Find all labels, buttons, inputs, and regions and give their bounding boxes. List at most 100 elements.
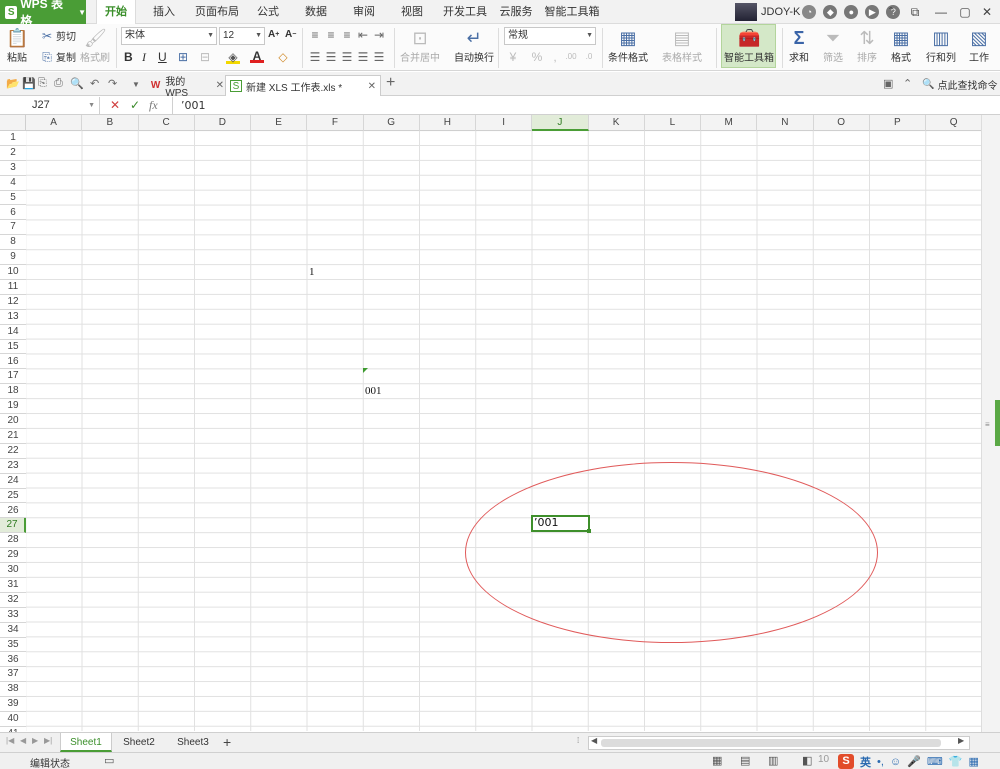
row-header-7[interactable]: 7 [0, 220, 26, 236]
row-header-31[interactable]: 31 [0, 578, 26, 593]
scroll-thumb[interactable] [995, 400, 1000, 446]
format-painter-button[interactable]: 🖌 格式刷 [80, 27, 110, 64]
minimize-ribbon-icon[interactable]: ˆ [880, 3, 902, 21]
avatar[interactable] [735, 3, 757, 21]
close-icon[interactable]: ✕ [976, 3, 998, 21]
name-box[interactable]: J27 ▼ [0, 97, 100, 114]
column-header-e[interactable]: E [251, 115, 308, 131]
row-header-27[interactable]: 27 [0, 518, 26, 534]
scroll-divider-icon[interactable]: ⁞ [577, 736, 579, 745]
number-format-select[interactable]: 常规 ▼ [504, 27, 596, 45]
prev-sheet-icon[interactable]: ◀ [20, 736, 26, 745]
row-header-10[interactable]: 10 [0, 265, 26, 280]
decrease-decimal-button[interactable]: .0 [582, 50, 598, 64]
save-icon[interactable]: 💾 [22, 77, 36, 90]
worksheet-button[interactable]: ▧ 工作 [968, 27, 990, 64]
sheet-tab-sheet3[interactable]: Sheet3 [168, 733, 218, 752]
clock-icon[interactable]: ◔ [802, 5, 817, 19]
cell-g17[interactable]: 001 [365, 385, 382, 397]
paste-button[interactable]: 📋 粘贴 [6, 27, 28, 64]
copy-button[interactable]: ⎘ 复制 [40, 49, 76, 65]
align-bottom-button[interactable]: ≡ [340, 28, 356, 42]
align-top-button[interactable]: ≡ [308, 28, 324, 42]
scroll-left-icon[interactable]: ◀ [591, 736, 597, 745]
wrap-text-button[interactable]: ↵ 自动换行 [454, 27, 494, 64]
cancel-icon[interactable]: ✕ [110, 98, 120, 113]
select-all-corner[interactable] [0, 115, 26, 131]
first-sheet-icon[interactable]: |◀ [6, 736, 14, 745]
row-header-28[interactable]: 28 [0, 533, 26, 549]
row-header-36[interactable]: 36 [0, 653, 26, 668]
thousands-button[interactable]: , [548, 50, 564, 64]
maximize-icon[interactable]: ▢ [954, 3, 976, 21]
skin-icon[interactable]: 👕 [949, 755, 963, 768]
insert-function-icon[interactable]: fx [149, 98, 158, 113]
column-header-g[interactable]: G [364, 115, 420, 131]
fill-handle[interactable] [587, 529, 591, 533]
indent-increase-button[interactable]: ⇥ [372, 28, 388, 42]
tab-formulas[interactable]: 公式 [250, 0, 286, 24]
clear-format-button[interactable]: ◇ [276, 50, 292, 64]
column-header-n[interactable]: N [757, 115, 814, 131]
open-icon[interactable]: 📂 [6, 77, 20, 90]
column-header-f[interactable]: F [307, 115, 364, 131]
print-icon[interactable]: ⎙ [54, 77, 63, 90]
row-header-32[interactable]: 32 [0, 593, 26, 608]
row-header-3[interactable]: 3 [0, 161, 26, 176]
page-layout-view-icon[interactable]: ▤ [740, 754, 750, 767]
restore-icon[interactable]: ⧉ [904, 3, 926, 21]
normal-view-icon[interactable]: ▦ [712, 754, 722, 767]
microphone-icon[interactable]: 🎤 [907, 755, 921, 768]
sum-button[interactable]: Σ 求和 [788, 27, 810, 64]
column-header-k[interactable]: K [589, 115, 645, 131]
column-header-m[interactable]: M [701, 115, 758, 131]
row-header-29[interactable]: 29 [0, 548, 26, 564]
row-header-2[interactable]: 2 [0, 146, 26, 161]
scroll-right-icon[interactable]: ▶ [958, 736, 964, 745]
sogou-ime-icon[interactable]: S [838, 754, 854, 769]
new-tab-icon[interactable]: + [386, 74, 395, 92]
column-header-q[interactable]: Q [926, 115, 983, 131]
rows-cols-button[interactable]: ▥ 行和列 [926, 27, 956, 64]
justify-button[interactable]: ☰ [356, 50, 372, 64]
row-header-9[interactable]: 9 [0, 250, 26, 266]
cut-button[interactable]: ✂ 剪切 [40, 28, 76, 44]
cell-f9[interactable]: 1 [309, 266, 315, 278]
align-right-button[interactable]: ☰ [340, 50, 356, 64]
minimize-icon[interactable]: — [930, 3, 952, 21]
close-icon[interactable]: ✕ [216, 80, 224, 91]
display-icon[interactable]: ▣ [883, 77, 893, 90]
tab-smart-toolbox[interactable]: 智能工具箱 [544, 0, 600, 24]
row-header-17[interactable]: 17 [0, 369, 26, 385]
row-header-26[interactable]: 26 [0, 504, 26, 519]
ime-language[interactable]: 英 [860, 754, 871, 769]
distributed-button[interactable]: ☰ [372, 50, 388, 64]
column-header-b[interactable]: B [82, 115, 139, 131]
punctuation-icon[interactable]: •, [877, 756, 884, 768]
last-sheet-icon[interactable]: ▶| [44, 736, 52, 745]
row-header-12[interactable]: 12 [0, 295, 26, 310]
column-header-j[interactable]: J [532, 115, 589, 131]
column-header-d[interactable]: D [195, 115, 251, 131]
row-header-25[interactable]: 25 [0, 489, 26, 504]
filter-button[interactable]: ⏷ 筛选 [822, 27, 844, 64]
new-icon[interactable]: ⎘ [38, 77, 47, 90]
next-sheet-icon[interactable]: ▶ [32, 736, 38, 745]
percent-button[interactable]: % [530, 50, 546, 64]
bold-button[interactable]: B [124, 50, 133, 64]
row-header-5[interactable]: 5 [0, 191, 26, 206]
italic-button[interactable]: I [142, 50, 146, 65]
redo-icon[interactable]: ↷ [108, 77, 117, 90]
column-header-i[interactable]: I [476, 115, 533, 131]
underline-button[interactable]: U [158, 50, 167, 64]
table-style-button[interactable]: ▤ 表格样式 [662, 27, 702, 64]
column-header-c[interactable]: C [139, 115, 195, 131]
column-header-l[interactable]: L [645, 115, 701, 131]
add-sheet-button[interactable]: + [223, 733, 231, 752]
skin-icon[interactable]: ◆ [823, 5, 838, 19]
increase-decimal-button[interactable]: .00 [564, 50, 580, 64]
conditional-format-button[interactable]: ▦ 条件格式 [608, 27, 648, 64]
column-header-h[interactable]: H [420, 115, 476, 131]
smart-toolbox-button[interactable]: 🧰 智能工具箱 [724, 27, 774, 64]
quick-access-dropdown-icon[interactable]: ▼ [132, 80, 140, 89]
